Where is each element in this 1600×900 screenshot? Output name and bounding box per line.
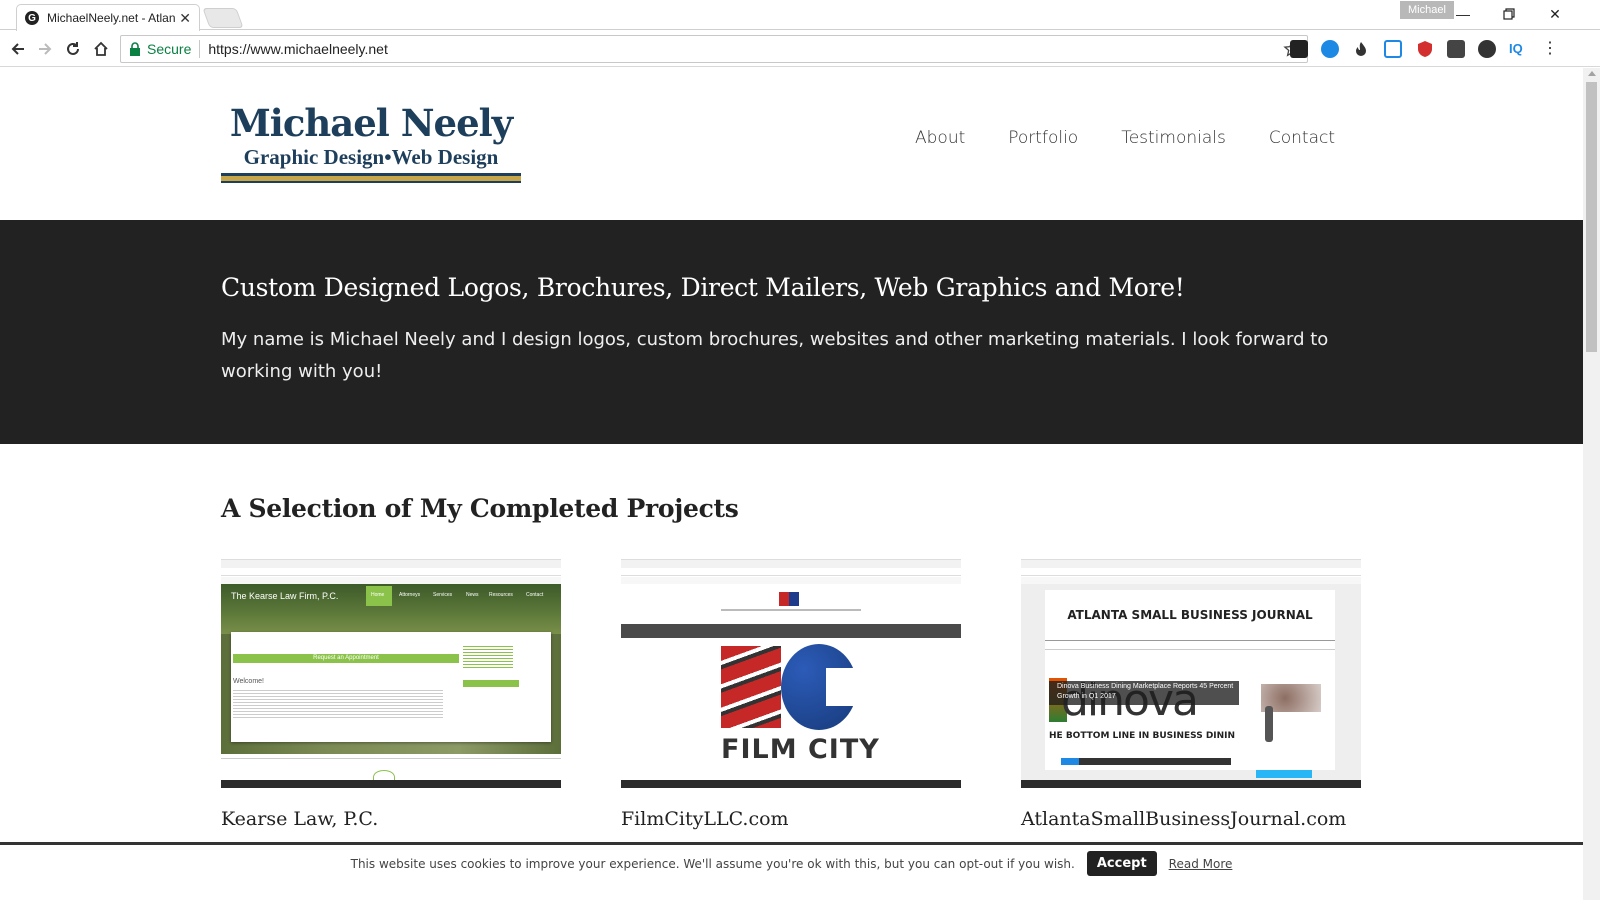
extension-frame-icon[interactable]: [1384, 40, 1402, 58]
extension-red-shield-icon[interactable]: [1416, 40, 1434, 58]
minimize-icon[interactable]: —: [1440, 0, 1486, 28]
cookie-message: This website uses cookies to improve you…: [350, 856, 1075, 871]
nav-portfolio[interactable]: Portfolio: [1008, 128, 1078, 148]
extension-iq-icon[interactable]: IQ: [1509, 40, 1527, 58]
logo-rule-bottom: [221, 181, 521, 183]
extension-flame-icon[interactable]: [1352, 40, 1370, 58]
browser-tabstrip: G MichaelNeely.net - Atlan ✕ Michael — ✕: [0, 0, 1600, 31]
extension-dark-icon[interactable]: [1447, 40, 1465, 58]
restore-icon[interactable]: [1486, 0, 1532, 28]
project-thumbnail[interactable]: ATLANTA SMALL BUSINESS JOURNAL dinova Di…: [1021, 559, 1361, 788]
projects-title: A Selection of My Completed Projects: [221, 494, 739, 523]
cookie-consent-bar: This website uses cookies to improve you…: [0, 842, 1583, 882]
nav-testimonials[interactable]: Testimonials: [1121, 128, 1226, 148]
cookie-read-more-link[interactable]: Read More: [1169, 857, 1233, 871]
extension-shield-icon[interactable]: [1290, 40, 1308, 58]
scroll-up-icon[interactable]: [1588, 71, 1596, 76]
address-bar[interactable]: Secure https://www.michaelneely.net: [120, 35, 1308, 63]
logo-tagline: Graphic Design•Web Design: [243, 145, 499, 169]
reload-icon[interactable]: [61, 37, 85, 61]
nav-about[interactable]: About: [915, 128, 965, 148]
project-thumbnail[interactable]: FILM CITY: [621, 559, 961, 788]
site-header: Michael Neely Graphic Design•Web Design …: [0, 68, 1583, 220]
thumb-firm-name: The Kearse Law Firm, P.C.: [231, 591, 339, 601]
home-icon[interactable]: [89, 37, 113, 61]
back-icon[interactable]: [6, 37, 30, 61]
browser-toolbar: Secure https://www.michaelneely.net IQ ⋮: [0, 31, 1600, 67]
web-page: Michael Neely Graphic Design•Web Design …: [0, 68, 1583, 900]
project-card[interactable]: ATLANTA SMALL BUSINESS JOURNAL dinova Di…: [1021, 559, 1361, 830]
nav-contact[interactable]: Contact: [1269, 128, 1335, 148]
project-card[interactable]: FILM CITY FilmCityLLC.com: [621, 559, 961, 830]
hero-title: Custom Designed Logos, Brochures, Direct…: [221, 273, 1185, 302]
url-text[interactable]: https://www.michaelneely.net: [208, 41, 388, 57]
forward-icon[interactable]: [33, 37, 57, 61]
browser-tab[interactable]: G MichaelNeely.net - Atlan ✕: [16, 4, 200, 31]
tab-close-icon[interactable]: ✕: [179, 10, 191, 27]
menu-kebab-icon[interactable]: ⋮: [1541, 40, 1559, 58]
main-nav: About Portfolio Testimonials Contact: [915, 128, 1335, 148]
lock-icon: [130, 42, 140, 56]
tab-title: MichaelNeely.net - Atlan: [47, 11, 175, 25]
secure-label: Secure: [147, 41, 192, 57]
hero-banner: Custom Designed Logos, Brochures, Direct…: [0, 220, 1583, 444]
new-tab-button[interactable]: [202, 8, 244, 28]
address-divider: [199, 40, 201, 58]
page-scrollbar[interactable]: [1583, 68, 1600, 900]
cookie-accept-button[interactable]: Accept: [1086, 851, 1157, 876]
logo-name: Michael Neely: [229, 101, 513, 145]
project-card[interactable]: The Kearse Law Firm, P.C. Home Attorneys…: [221, 559, 561, 830]
site-logo[interactable]: Michael Neely Graphic Design•Web Design: [221, 101, 521, 183]
project-caption[interactable]: Kearse Law, P.C.: [221, 808, 561, 830]
thumb-film-city: FILM CITY: [721, 734, 880, 765]
project-caption[interactable]: FilmCityLLC.com: [621, 808, 961, 830]
extension-blue-circle-icon[interactable]: [1321, 40, 1339, 58]
project-thumbnail[interactable]: The Kearse Law Firm, P.C. Home Attorneys…: [221, 559, 561, 788]
scrollbar-thumb[interactable]: [1586, 82, 1597, 352]
thumb-masthead: ATLANTA SMALL BUSINESS JOURNAL: [1067, 608, 1313, 622]
site-favicon-icon: G: [25, 11, 39, 25]
close-window-icon[interactable]: ✕: [1532, 0, 1578, 28]
extension-k-icon[interactable]: [1478, 40, 1496, 58]
project-caption[interactable]: AtlantaSmallBusinessJournal.com: [1021, 808, 1361, 830]
hero-text: My name is Michael Neely and I design lo…: [221, 329, 1329, 382]
